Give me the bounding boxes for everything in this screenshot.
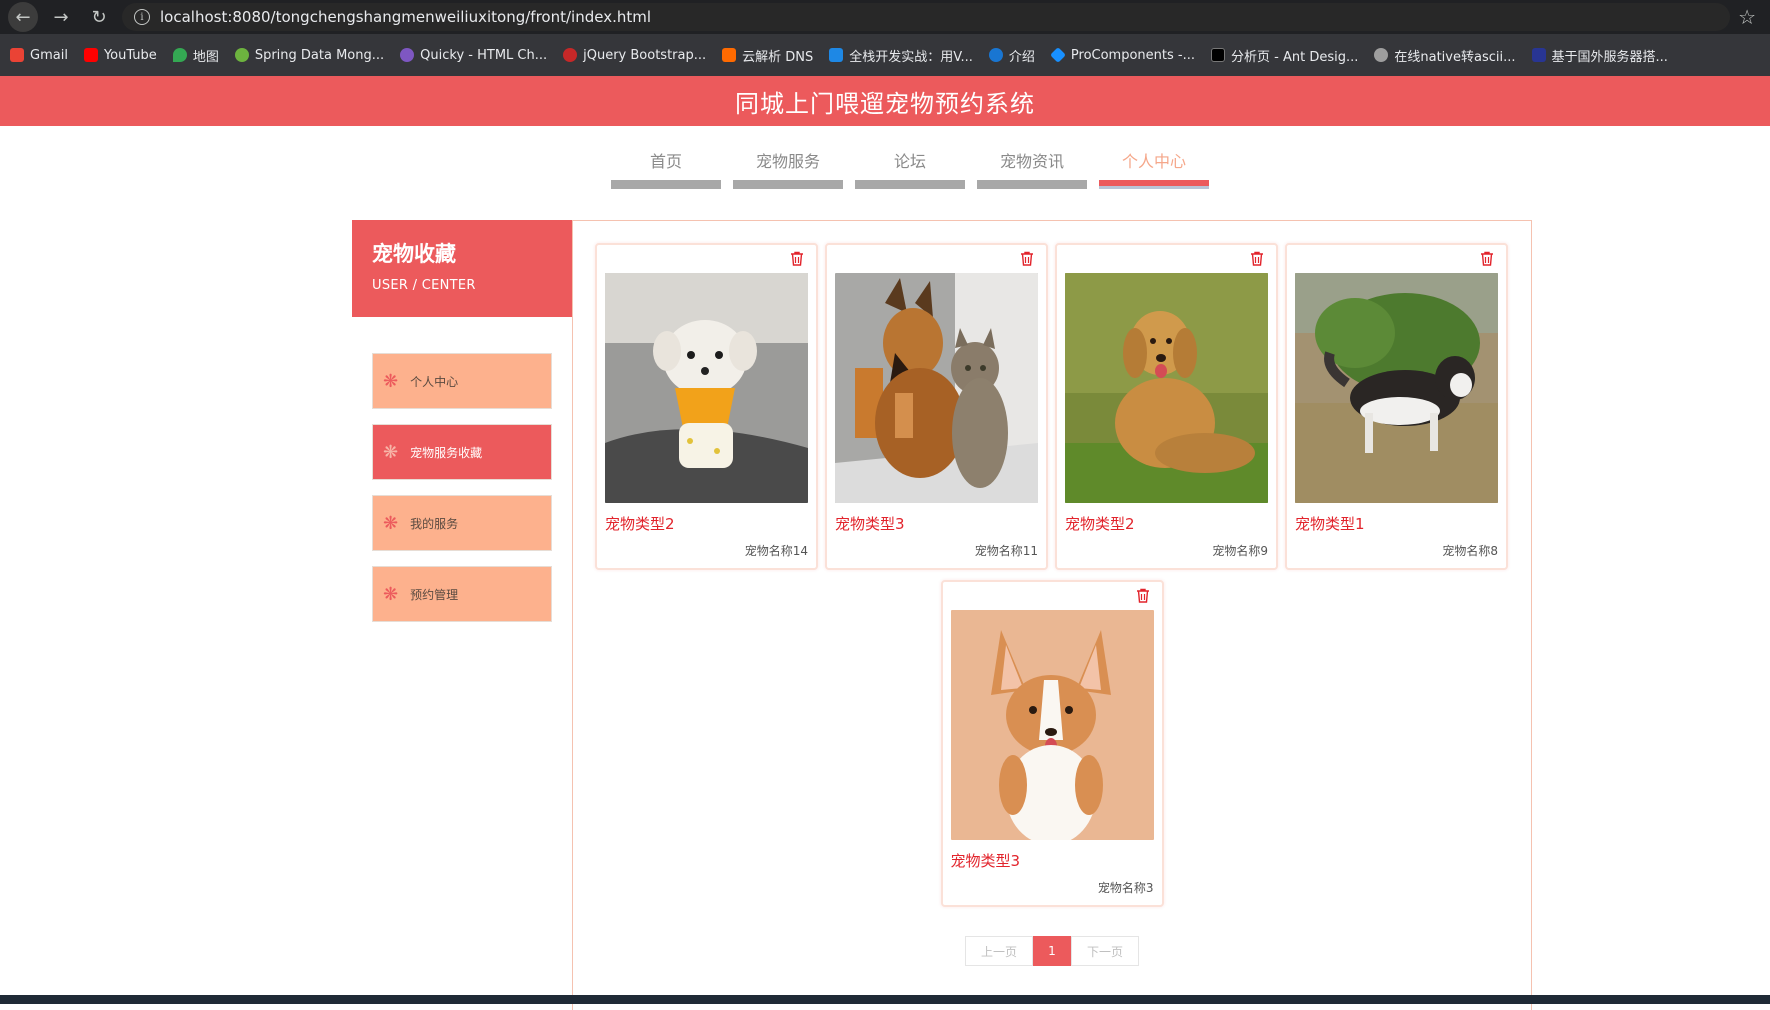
sidebar-item-label: 个人中心 [410, 373, 458, 390]
shepherd-and-cat-photo [835, 273, 1038, 503]
snowflake-icon: ❋ [383, 513, 398, 534]
trash-icon[interactable] [1136, 588, 1150, 603]
favorite-card[interactable]: 宠物类型1 宠物名称8 [1285, 243, 1508, 570]
bookmark-server[interactable]: 基于国外服务器搭... [1532, 46, 1668, 65]
youtube-icon [84, 48, 98, 62]
page-1-button[interactable]: 1 [1033, 936, 1071, 966]
site-title: 同城上门喂遛宠物预约系统 [0, 76, 1770, 126]
husky-photo [1295, 273, 1498, 503]
pet-name: 宠物名称11 [835, 542, 1038, 559]
pet-type[interactable]: 宠物类型3 [951, 850, 1154, 871]
sidebar-item-service-favorites[interactable]: ❋ 宠物服务收藏 [372, 424, 552, 480]
quicky-icon [400, 48, 414, 62]
trash-icon[interactable] [790, 251, 804, 266]
intro-icon [989, 48, 1003, 62]
back-icon[interactable]: ← [8, 2, 38, 32]
main-nav: 首页 宠物服务 论坛 宠物资讯 个人中心 [50, 148, 1770, 189]
site-info-icon[interactable]: i [134, 9, 150, 25]
golden-retriever-photo [1065, 273, 1268, 503]
bookmark-gmail[interactable]: Gmail [10, 48, 68, 63]
bookmarks-bar: Gmail YouTube 地图 Spring Data Mong... Qui… [0, 34, 1770, 76]
pro-icon [1211, 48, 1225, 62]
nav-user-center[interactable]: 个人中心 [1099, 148, 1209, 189]
bookmark-jquery[interactable]: jQuery Bootstrap... [563, 48, 706, 63]
snowflake-icon: ❋ [383, 442, 398, 463]
sidebar-item-label: 我的服务 [410, 515, 458, 532]
sidebar-header: 宠物收藏 USER / CENTER [352, 220, 572, 317]
bookmark-dns[interactable]: 云解析 DNS [722, 46, 813, 65]
url-text[interactable]: localhost:8080/tongchengshangmenweiliuxi… [160, 8, 651, 26]
sidebar-item-user-center[interactable]: ❋ 个人中心 [372, 353, 552, 409]
favorite-card[interactable]: 宠物类型2 宠物名称9 [1055, 243, 1278, 570]
flag-icon [1532, 48, 1546, 62]
bookmark-youtube[interactable]: YouTube [84, 48, 157, 63]
trash-icon[interactable] [1480, 251, 1494, 266]
pet-type[interactable]: 宠物类型1 [1295, 513, 1498, 534]
sidebar-title: 宠物收藏 [372, 238, 552, 268]
sidebar-subtitle: USER / CENTER [372, 278, 552, 293]
pet-type[interactable]: 宠物类型2 [1065, 513, 1268, 534]
main-layout: 宠物收藏 USER / CENTER ❋ 个人中心 ❋ 宠物服务收藏 ❋ 我的服… [352, 220, 1532, 1010]
pet-name: 宠物名称14 [605, 542, 808, 559]
prev-page-button[interactable]: 上一页 [965, 936, 1033, 966]
snowflake-icon: ❋ [383, 584, 398, 605]
corgi-photo [951, 610, 1154, 840]
trash-icon[interactable] [1020, 251, 1034, 266]
bookmark-native-ascii[interactable]: 在线native转ascii... [1374, 46, 1515, 65]
white-puppy-photo [605, 273, 808, 503]
pet-name: 宠物名称9 [1065, 542, 1268, 559]
bookmark-star-icon[interactable]: ☆ [1738, 5, 1756, 29]
gmail-icon [10, 48, 24, 62]
favorites-grid-row-2: 宠物类型3 宠物名称3 [595, 580, 1509, 907]
bookmark-intro[interactable]: 介绍 [989, 46, 1035, 65]
pet-name: 宠物名称8 [1295, 542, 1498, 559]
sidebar-menu: ❋ 个人中心 ❋ 宠物服务收藏 ❋ 我的服务 ❋ 预约管理 [352, 317, 572, 622]
pet-type[interactable]: 宠物类型3 [835, 513, 1038, 534]
nav-forum[interactable]: 论坛 [855, 148, 965, 189]
address-bar[interactable]: i localhost:8080/tongchengshangmenweiliu… [122, 3, 1730, 31]
forward-icon[interactable]: → [46, 2, 76, 32]
trash-icon[interactable] [1250, 251, 1264, 266]
sidebar-item-label: 预约管理 [410, 586, 458, 603]
bookmark-quicky[interactable]: Quicky - HTML Ch... [400, 48, 547, 63]
favorite-card[interactable]: 宠物类型3 宠物名称11 [825, 243, 1048, 570]
favorites-grid: 宠物类型2 宠物名称14 [595, 243, 1509, 570]
sidebar-item-my-services[interactable]: ❋ 我的服务 [372, 495, 552, 551]
bookmark-fullstack[interactable]: 全栈开发实战：用V... [829, 46, 973, 65]
sidebar-item-label: 宠物服务收藏 [410, 444, 482, 461]
pet-type[interactable]: 宠物类型2 [605, 513, 808, 534]
os-taskbar [0, 995, 1770, 1004]
globe-icon [1374, 48, 1388, 62]
next-page-button[interactable]: 下一页 [1071, 936, 1139, 966]
bookmark-antdesign[interactable]: 分析页 - Ant Desig... [1211, 46, 1358, 65]
bookmark-spring[interactable]: Spring Data Mong... [235, 48, 384, 63]
snowflake-icon: ❋ [383, 371, 398, 392]
reload-icon[interactable]: ↻ [84, 2, 114, 32]
bookmark-maps[interactable]: 地图 [173, 46, 219, 65]
sidebar-item-booking-management[interactable]: ❋ 预约管理 [372, 566, 552, 622]
sidebar: 宠物收藏 USER / CENTER ❋ 个人中心 ❋ 宠物服务收藏 ❋ 我的服… [352, 220, 572, 1010]
procomponents-icon [1050, 47, 1066, 63]
favorites-panel: 宠物类型2 宠物名称14 [572, 220, 1532, 1010]
nav-home[interactable]: 首页 [611, 148, 721, 189]
favorite-card[interactable]: 宠物类型2 宠物名称14 [595, 243, 818, 570]
maps-icon [173, 48, 187, 62]
spring-icon [235, 48, 249, 62]
aliyun-icon [722, 48, 736, 62]
m-icon [829, 48, 843, 62]
bookmark-procomponents[interactable]: ProComponents -... [1051, 48, 1195, 63]
browser-toolbar: ← → ↻ i localhost:8080/tongchengshangmen… [0, 0, 1770, 34]
nav-pet-news[interactable]: 宠物资讯 [977, 148, 1087, 189]
pagination: 上一页 1 下一页 [573, 936, 1531, 966]
favorite-card[interactable]: 宠物类型3 宠物名称3 [941, 580, 1164, 907]
pet-name: 宠物名称3 [951, 879, 1154, 896]
nav-pet-services[interactable]: 宠物服务 [733, 148, 843, 189]
jquery-icon [563, 48, 577, 62]
